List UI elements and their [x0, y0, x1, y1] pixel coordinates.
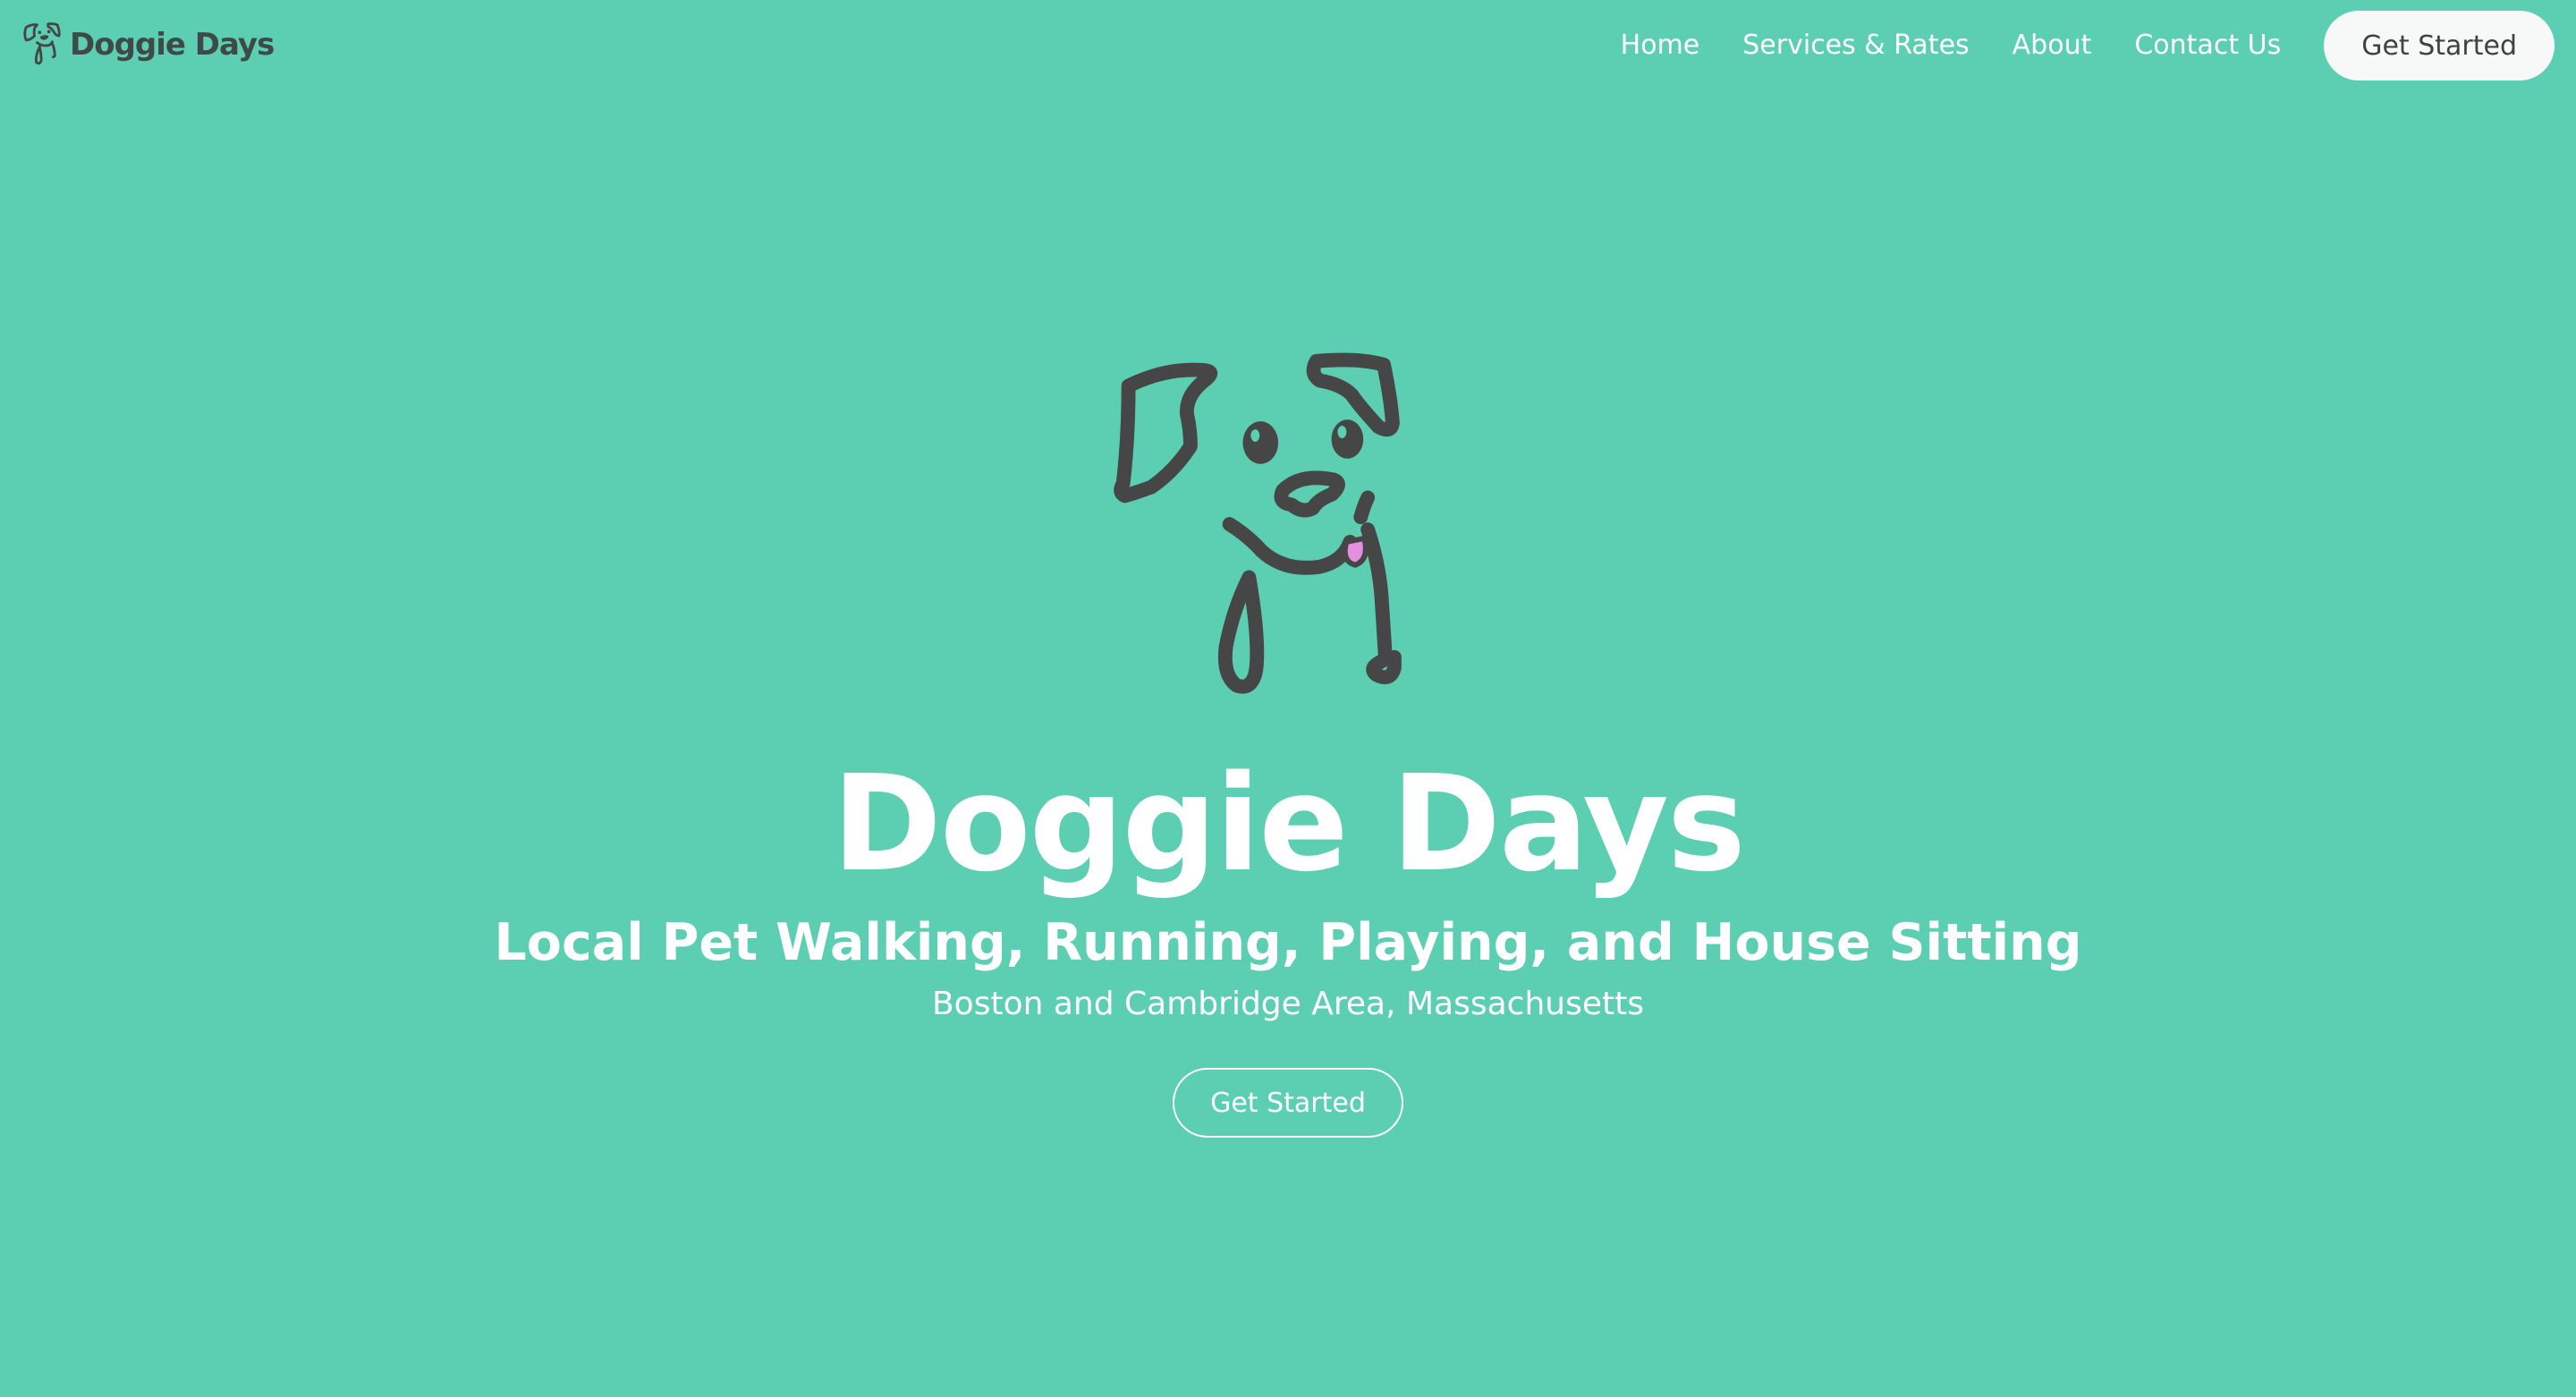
- hero-subtitle: Local Pet Walking, Running, Playing, and…: [494, 913, 2082, 972]
- nav-link-services-rates[interactable]: Services & Rates: [1742, 32, 1969, 59]
- brand-name: Doggie Days: [70, 27, 275, 63]
- hero-section: Doggie Days Local Pet Walking, Running, …: [0, 340, 2576, 1138]
- dog-face-icon: [1114, 352, 1402, 694]
- hero-title: Doggie Days: [832, 747, 1746, 901]
- brand-home-link[interactable]: Doggie Days: [21, 20, 275, 70]
- nav-link-contact-us[interactable]: Contact Us: [2134, 32, 2281, 59]
- hero-get-started-button[interactable]: Get Started: [1173, 1068, 1403, 1138]
- dog-face-icon: [23, 22, 61, 65]
- nav-link-about[interactable]: About: [2012, 32, 2092, 59]
- main-nav: Home Services & Rates About Contact Us G…: [1621, 11, 2555, 80]
- nav-get-started-button[interactable]: Get Started: [2324, 11, 2555, 80]
- hero-location: Boston and Cambridge Area, Massachusetts: [931, 986, 1644, 1022]
- nav-link-home[interactable]: Home: [1621, 32, 1700, 59]
